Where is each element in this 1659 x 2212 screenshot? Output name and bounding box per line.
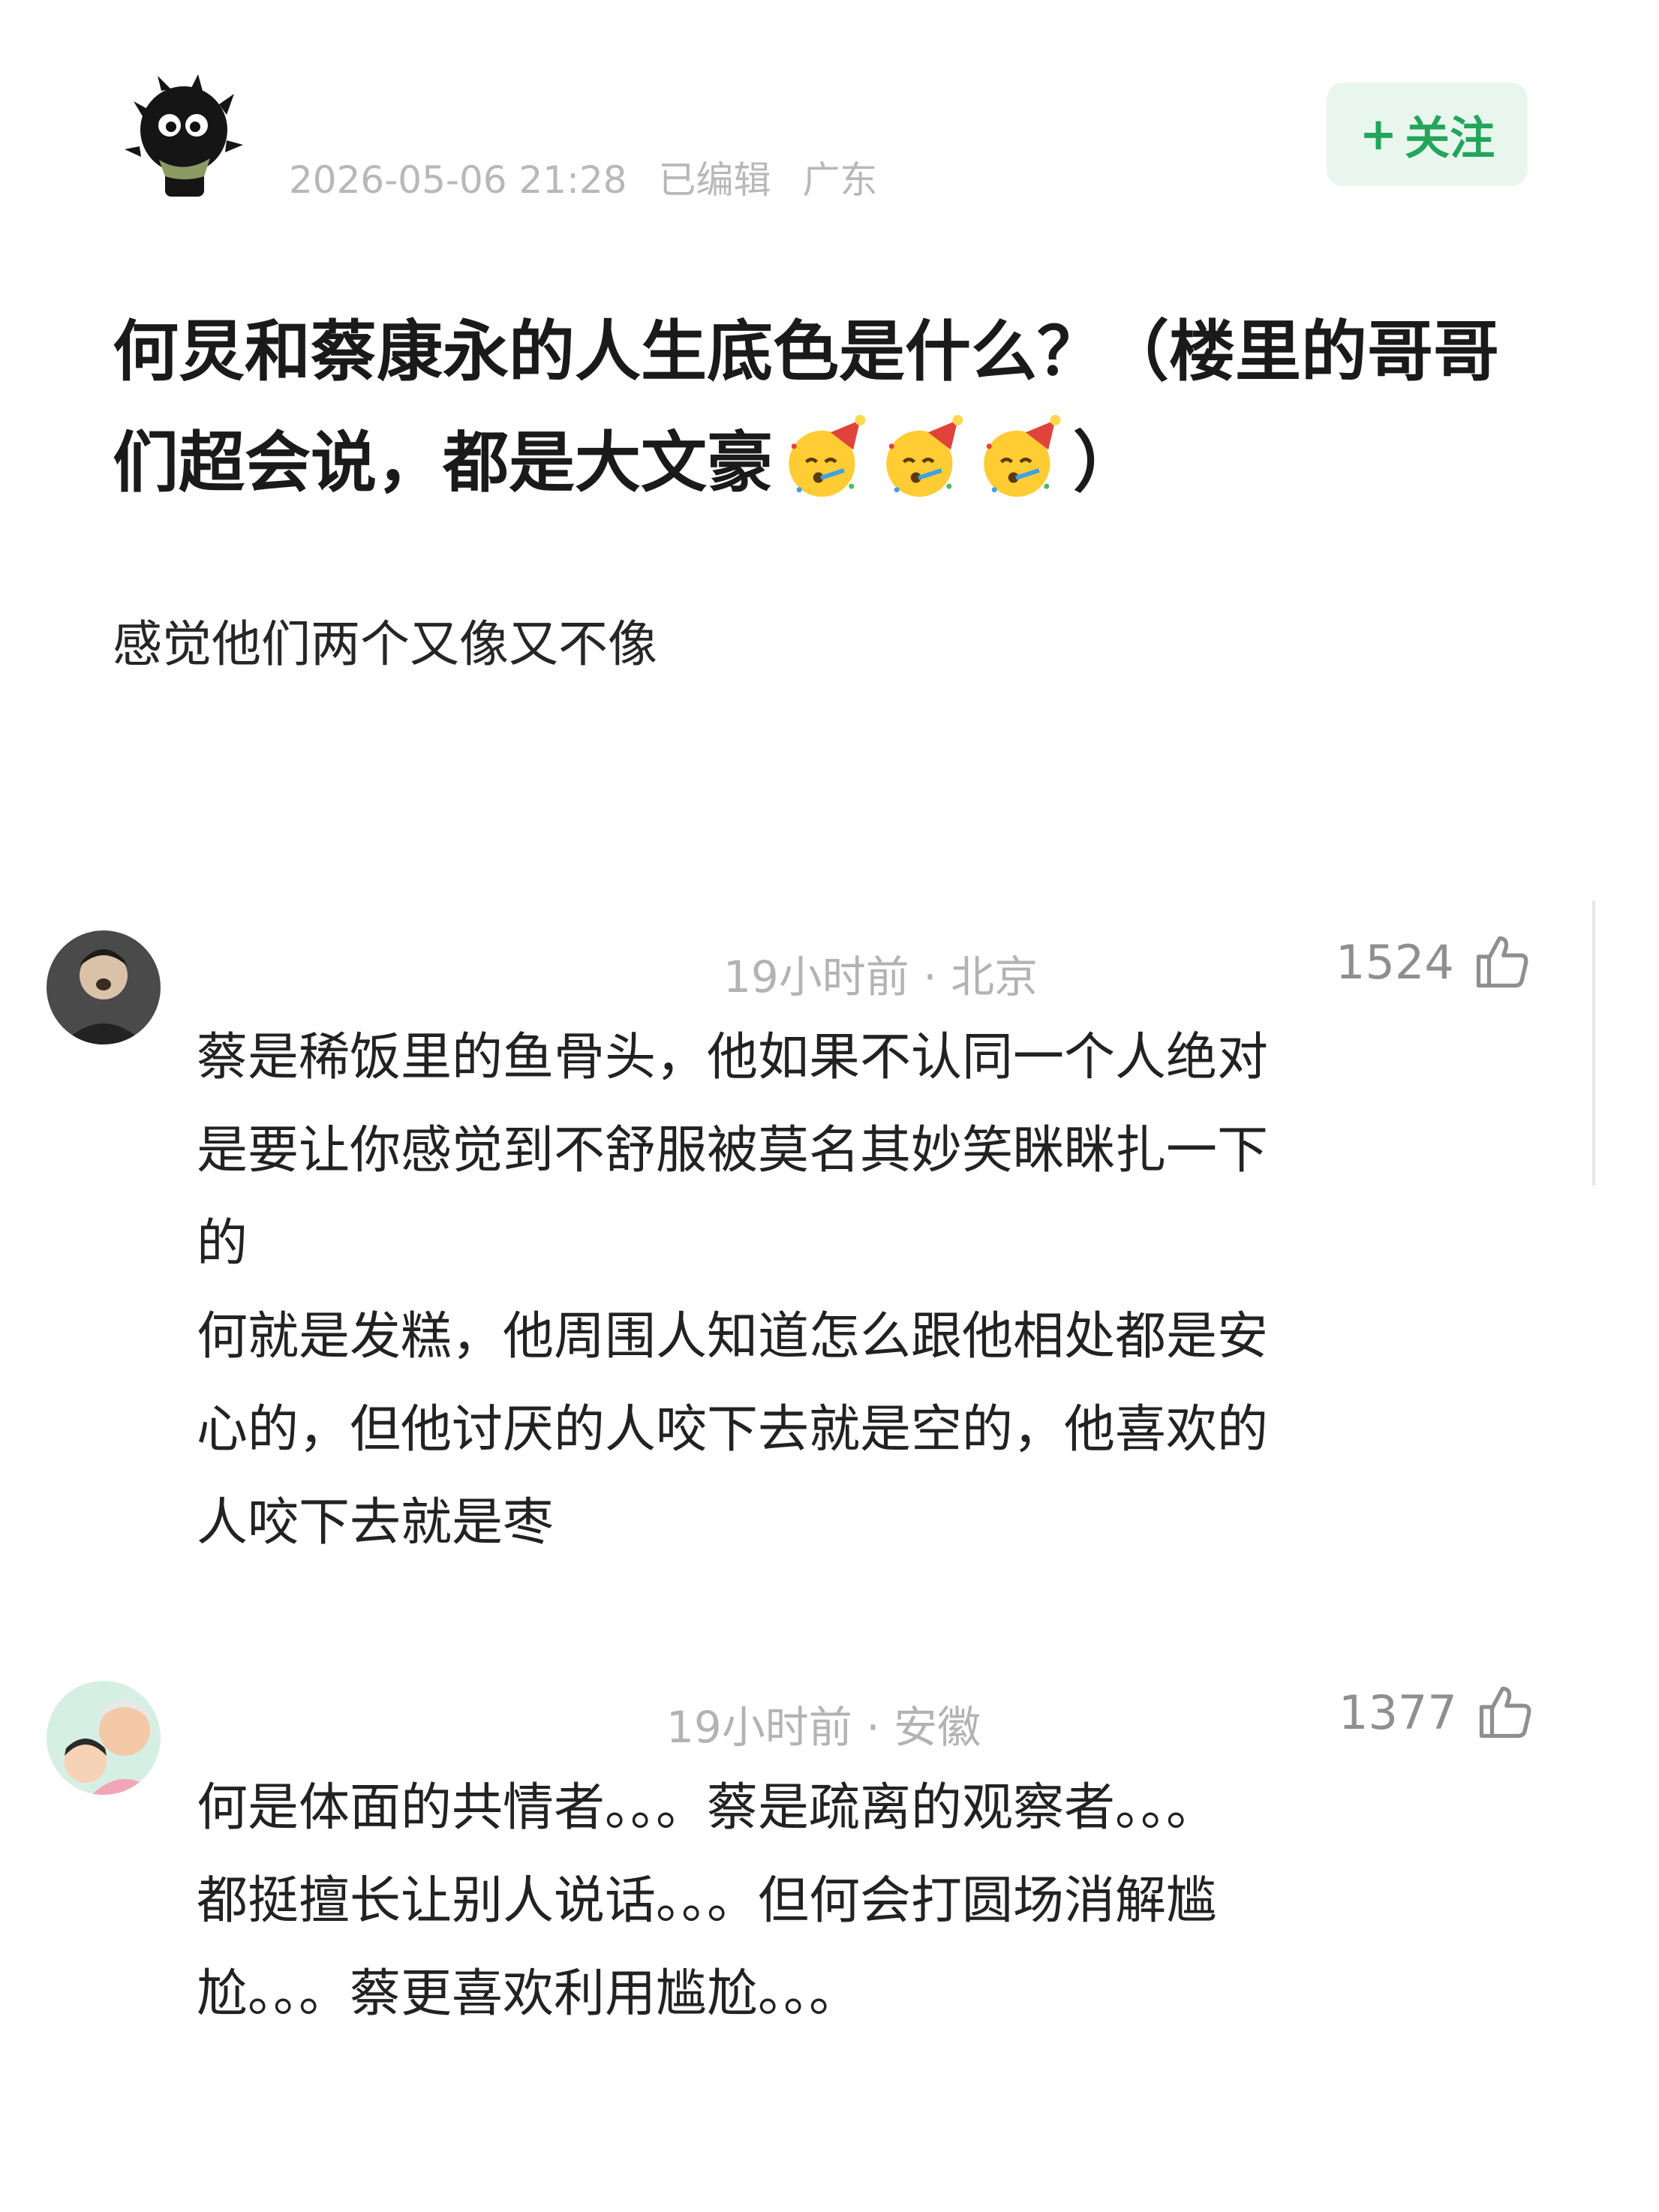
- comment-2-avatar[interactable]: [47, 1681, 161, 1795]
- post-location: 广东: [802, 158, 878, 202]
- poster-avatar[interactable]: [120, 71, 248, 206]
- partying-face-emoji-icon: [886, 415, 963, 497]
- post-edited-flag: 已编辑: [658, 158, 771, 202]
- comment-1-text: 蔡是稀饭里的鱼骨头，他如果不认同一个人绝对 是要让你感觉到不舒服被莫名其妙笑眯眯…: [197, 1028, 1269, 1552]
- comment-2-meta: 19小时前 · 安徽: [666, 1702, 981, 1753]
- comment-2-text: 何是体面的共情者。。。蔡是疏离的观察者。。。 都挺擅长让别人说话。。。但何会打圆…: [197, 1778, 1218, 2024]
- comment-1-like-count: 1524: [1336, 934, 1454, 990]
- post-title-close: ）: [1073, 424, 1140, 501]
- follow-button[interactable]: + 关注: [1327, 83, 1528, 186]
- post-body: 感觉他们两个又像又不像: [113, 615, 657, 673]
- comment-1-avatar[interactable]: [47, 930, 161, 1044]
- comment-1-like-button[interactable]: 1524: [1336, 930, 1534, 993]
- partying-face-emoji-icon: [789, 415, 866, 497]
- post-title: 何炅和蔡康永的人生底色是什么？（楼里的哥哥们超会说，都是大文豪 ）: [113, 296, 1546, 518]
- emoji-group: [782, 415, 1064, 502]
- post-timestamp: 2026-05-06 21:28: [289, 158, 627, 202]
- follow-label: 关注: [1405, 112, 1495, 165]
- comment-2-like-button[interactable]: 1377: [1339, 1681, 1537, 1744]
- comment-2-like-count: 1377: [1339, 1685, 1457, 1740]
- plus-icon: +: [1359, 108, 1398, 161]
- post-meta: 2026-05-06 21:28 已编辑 广东: [289, 150, 897, 204]
- comment-1-meta: 19小时前 · 北京: [723, 951, 1038, 1002]
- thumbs-up-icon: [1479, 1686, 1531, 1739]
- partying-face-emoji-icon: [984, 415, 1061, 497]
- thumbs-up-icon: [1476, 936, 1528, 988]
